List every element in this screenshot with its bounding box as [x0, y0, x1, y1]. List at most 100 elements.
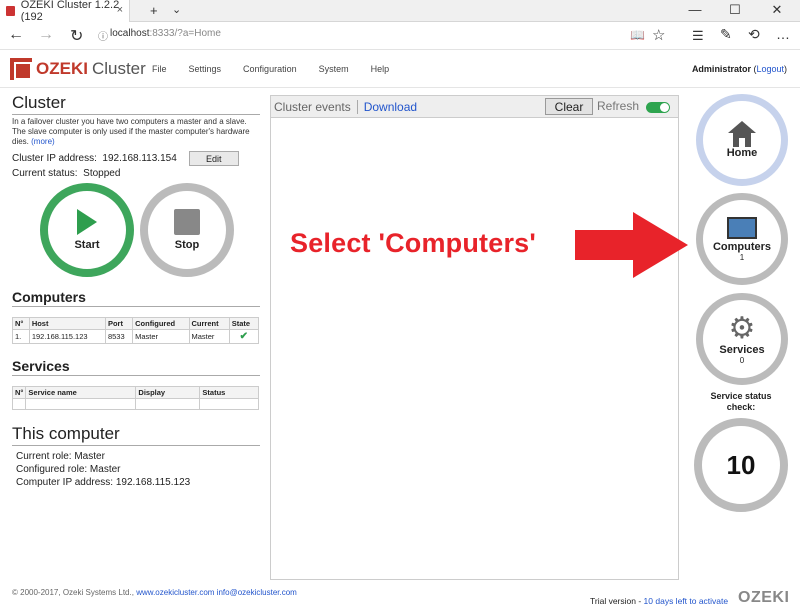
browser-navbar: ← → ↻ ⓘ localhost:8333/?a=Home 📖 ☆ ☰ ✎ ⟲… [0, 22, 800, 50]
home-label: Home [726, 147, 758, 159]
activate-link[interactable]: 10 days left to activate [644, 596, 729, 606]
status-value: Stopped [83, 168, 121, 179]
col-display: Display [135, 386, 201, 399]
col-state: State [228, 317, 260, 330]
cluster-ip-value: 192.168.113.154 [102, 153, 177, 164]
this-computer-info: Current role: Master Configured role: Ma… [12, 450, 260, 489]
gear-icon: ⚙ [728, 311, 756, 345]
stop-label: Stop [174, 239, 200, 251]
instruction-annotation: Select 'Computers' [290, 228, 537, 258]
logo-main: OZEKI [36, 59, 88, 78]
menu-help[interactable]: Help [371, 64, 390, 74]
start-button[interactable]: Start [40, 183, 134, 277]
computers-table: N° Host Port Configured Current State 1.… [12, 317, 260, 344]
computers-header-row: N° Host Port Configured Current State [12, 317, 260, 330]
footer-brand: OZEKI [738, 589, 790, 606]
app-header: OZEKI Cluster File Settings Configuratio… [0, 50, 800, 88]
close-window-button[interactable]: ✕ [762, 2, 792, 18]
email-link[interactable]: info@ozekicluster.com [217, 588, 297, 597]
reading-view-icon[interactable]: 📖 [630, 28, 645, 42]
trial-notice: Trial version - 10 days left to activate [590, 596, 728, 606]
play-icon [77, 209, 97, 235]
main-menu: File Settings Configuration System Help [152, 64, 411, 74]
tab-dropdown-icon[interactable]: ⌄ [172, 3, 181, 16]
tab-title: OZEKI Cluster 1.2.2 (192 [20, 0, 120, 23]
menu-settings[interactable]: Settings [189, 64, 222, 74]
cell-current: Master [188, 329, 230, 344]
this-computer-title: This computer [12, 424, 260, 446]
col-host: Host [28, 317, 106, 330]
cluster-description: In a failover cluster you have two compu… [12, 117, 260, 147]
cluster-events-panel: Cluster events Download Clear Refresh [270, 95, 679, 580]
user-info: Administrator (Logout) [692, 64, 787, 74]
events-title: Cluster events [274, 99, 351, 114]
events-header: Cluster events Download Clear Refresh [271, 96, 678, 118]
cluster-ip-row: Cluster IP address: 192.168.113.154 Edit [12, 151, 260, 166]
services-header-row: N° Service name Display Status [11, 386, 259, 399]
edit-ip-button[interactable]: Edit [188, 151, 239, 166]
ozeki-logo: OZEKI Cluster [10, 58, 146, 80]
current-role: Current role: Master [16, 451, 105, 462]
address-bar[interactable]: localhost:8333/?a=Home [110, 28, 221, 39]
website-link[interactable]: www.ozekicluster.com [136, 588, 214, 597]
col-n: N° [12, 317, 30, 330]
services-label: Services [719, 343, 765, 356]
cluster-title: Cluster [12, 93, 260, 115]
services-table: N° Service name Display Status [11, 386, 259, 410]
admin-name: Administrator [691, 64, 751, 74]
empty-row [11, 398, 259, 410]
footer: © 2000-2017, Ozeki Systems Ltd., www.oze… [12, 588, 297, 597]
services-nav-button[interactable]: ⚙ Services 0 [696, 293, 788, 385]
tab-close-icon[interactable]: × [117, 4, 123, 16]
trial-prefix: Trial version - [590, 596, 642, 606]
computers-nav-button[interactable]: Computers 1 [696, 193, 788, 285]
status-check-countdown: 10 [694, 418, 788, 512]
favorite-star-icon[interactable]: ☆ [652, 26, 665, 44]
more-link[interactable]: (more) [31, 137, 55, 146]
col-service-name: Service name [25, 386, 137, 399]
maximize-button[interactable]: ☐ [720, 2, 750, 18]
menu-configuration[interactable]: Configuration [243, 64, 297, 74]
computer-ip: Computer IP address: 192.168.115.123 [16, 477, 191, 488]
browser-tab[interactable]: OZEKI Cluster 1.2.2 (192 × [0, 0, 130, 23]
back-icon[interactable]: ← [8, 26, 24, 44]
hub-icon[interactable]: ☰ [692, 28, 704, 44]
stop-icon [174, 209, 200, 235]
logout-paren-close: ) [784, 64, 787, 74]
copyright: © 2000-2017, Ozeki Systems Ltd., [12, 588, 134, 597]
share-icon[interactable]: ⟲ [748, 26, 760, 43]
more-icon[interactable]: … [776, 26, 790, 42]
status-label: Current status: [12, 168, 78, 179]
forward-icon[interactable]: → [38, 26, 54, 44]
left-pane: Cluster In a failover cluster you have t… [11, 93, 260, 489]
cell-port: 8533 [104, 329, 134, 344]
home-icon [728, 121, 756, 147]
menu-file[interactable]: File [152, 64, 167, 74]
checkmark-icon: ✔ [239, 331, 249, 342]
browser-titlebar: OZEKI Cluster 1.2.2 (192 × + ⌄ — ☐ ✕ [0, 0, 800, 23]
col-status: Status [199, 386, 259, 399]
web-note-icon[interactable]: ✎ [720, 26, 732, 43]
home-nav-button[interactable]: Home [696, 94, 788, 186]
refresh-toggle[interactable] [646, 102, 670, 113]
red-arrow-icon [575, 212, 688, 278]
computers-label: Computers [712, 240, 772, 253]
stop-button[interactable]: Stop [140, 183, 234, 277]
cluster-ip-label: Cluster IP address: [12, 153, 97, 164]
ozeki-favicon-icon [6, 6, 15, 16]
menu-system[interactable]: System [319, 64, 349, 74]
cell-host: 192.168.115.123 [28, 329, 106, 344]
configured-role: Configured role: Master [16, 464, 121, 475]
table-row[interactable]: 1. 192.168.115.123 8533 Master Master ✔ [12, 329, 260, 344]
reload-icon[interactable]: ↻ [70, 26, 83, 46]
cell-n: 1. [12, 329, 30, 344]
site-info-icon[interactable]: ⓘ [98, 28, 108, 43]
minimize-button[interactable]: — [680, 2, 710, 17]
new-tab-button[interactable]: + [150, 3, 158, 18]
logout-link[interactable]: Logout [756, 64, 784, 74]
url-path: :8333/?a=Home [149, 28, 221, 39]
computers-section-title: Computers [12, 289, 260, 307]
download-link[interactable]: Download [364, 100, 417, 114]
col-port: Port [104, 317, 134, 330]
clear-button[interactable]: Clear [545, 98, 593, 115]
